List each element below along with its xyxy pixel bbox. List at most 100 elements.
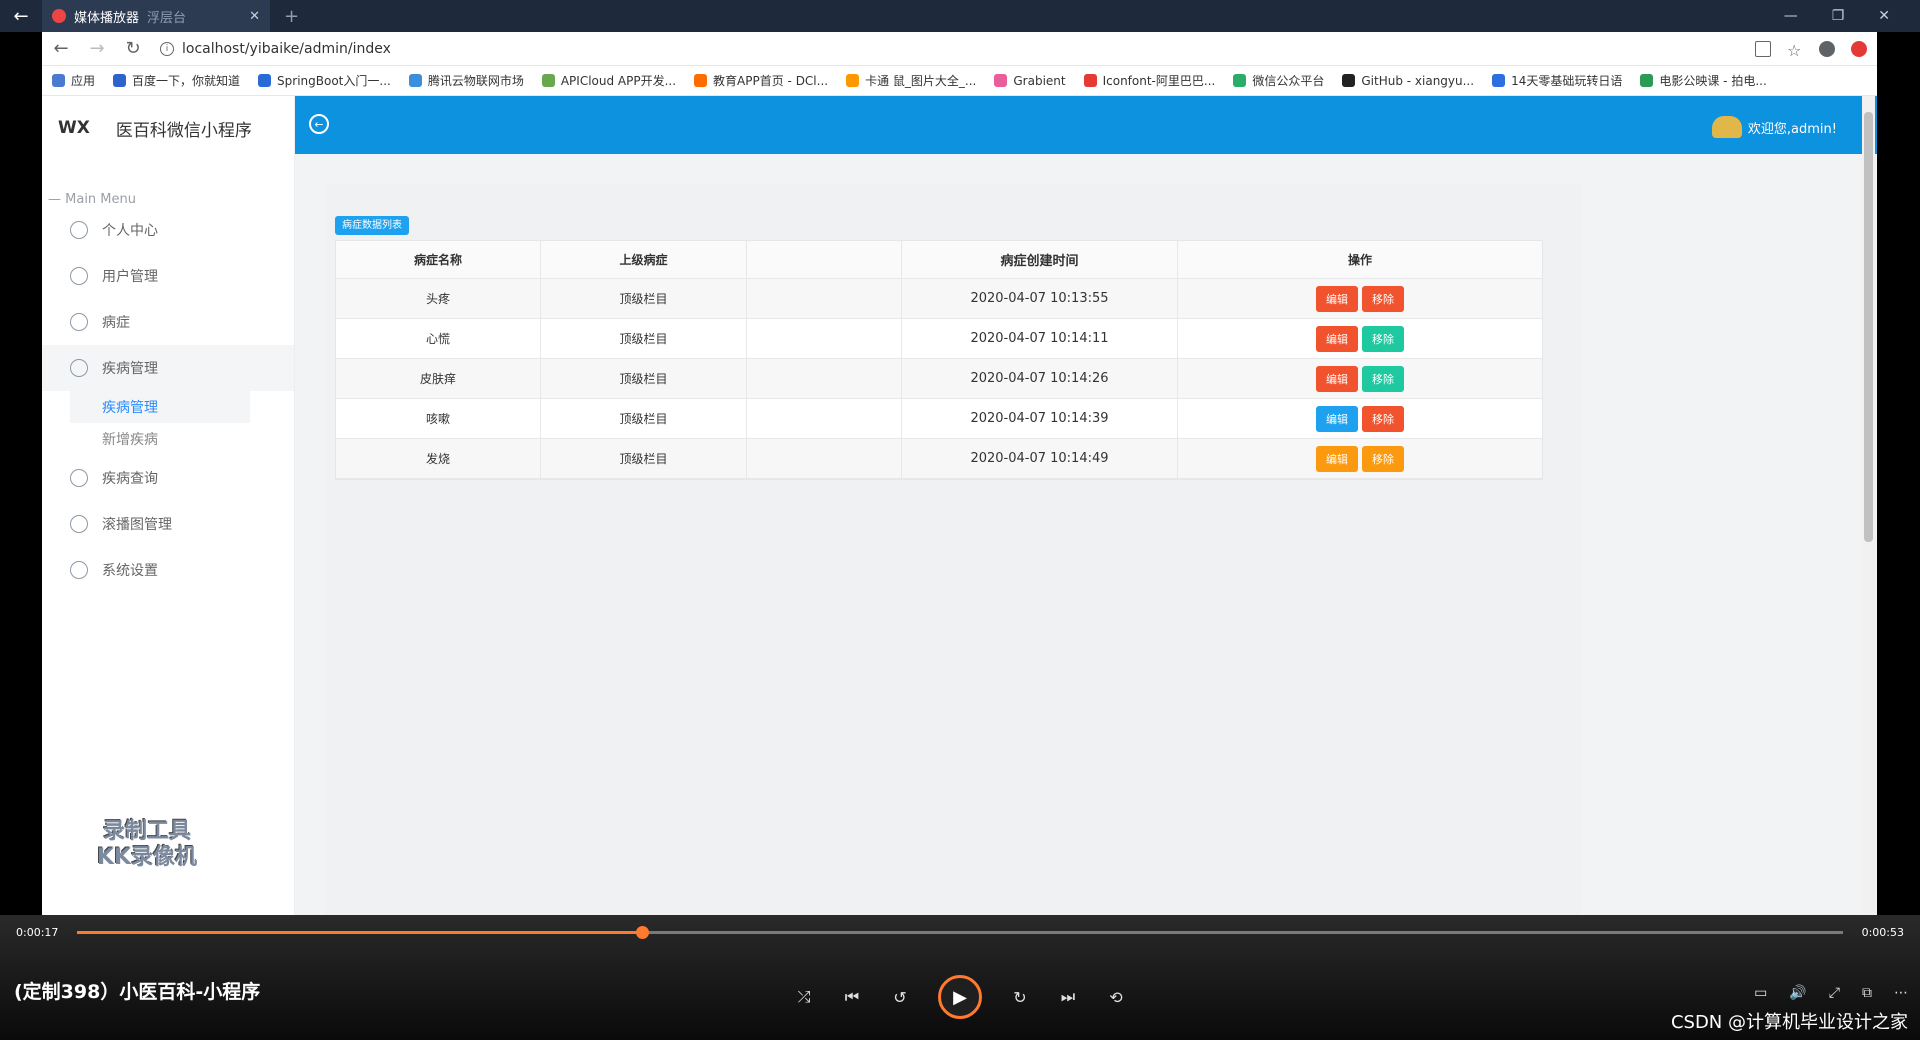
current-time: 0:00:17 [16,926,59,939]
subtitle-icon[interactable]: ▭ [1754,985,1767,1001]
remove-button[interactable]: 移除 [1362,445,1404,472]
rewind-10-icon[interactable]: ↺ [890,988,910,1007]
repeat-icon[interactable]: ⟲ [1106,988,1126,1007]
bookmark-icon [1492,74,1506,87]
sidebar-item-label: 用户管理 [102,269,158,285]
remove-button[interactable]: 移除 [1362,405,1404,432]
bookmark-item[interactable]: 教育APP首页 - DCl... [694,72,828,89]
thumb-icon [70,359,88,377]
bookmark-label: GitHub - xiangyu... [1361,73,1475,88]
disease-name-cell: 皮肤痒 [336,359,541,398]
remove-button[interactable]: 移除 [1362,285,1404,312]
parent-disease-cell: 顶级栏目 [541,319,747,358]
browser-back-icon[interactable]: ← [52,38,70,59]
table-row: 头疼 顶级栏目 2020-04-07 10:13:55 编辑 移除 [336,279,1542,319]
more-icon[interactable]: ⋯ [1894,985,1908,1001]
volume-icon[interactable]: 🔊 [1789,985,1806,1001]
edit-button[interactable]: 编辑 [1316,405,1358,432]
restore-icon[interactable]: ❐ [1832,8,1845,24]
remove-button[interactable]: 移除 [1362,325,1404,352]
admin-app: WX 医百科微信小程序 — Main Menu 个人中心 用户管理 病症 疾病管理 疾病… [42,96,1877,915]
fullscreen-icon[interactable]: ⤢ [1829,985,1840,1001]
bookmark-item[interactable]: 微信公众平台 [1233,72,1324,89]
shield-icon [70,221,88,239]
edit-button[interactable]: 编辑 [1316,285,1358,312]
bookmark-item[interactable]: APICloud APP开发... [541,72,677,89]
extension-icon[interactable] [1851,40,1867,57]
reload-icon[interactable]: ↻ [124,38,142,59]
disease-name-cell: 发烧 [336,439,541,478]
star-icon[interactable]: ☆ [1787,41,1803,60]
disease-table: 病症名称 上级病症 病症创建时间 操作 头疼 顶级栏目 2020-04-07 10:13:5… [335,240,1543,480]
bookmark-label: Grabient [1013,73,1066,88]
close-window-icon[interactable]: ✕ [1878,8,1890,24]
minimize-icon[interactable]: — [1784,8,1798,24]
column-header [747,241,902,278]
bookmark-label: APICloud APP开发... [560,74,677,88]
bookmark-item[interactable]: 卡通 鼠_图片大全_... [846,72,976,89]
bookmark-item[interactable]: Grabient [994,73,1066,88]
sidebar-item[interactable]: 滚播图管理 [42,501,294,547]
logo-short: WX [58,118,90,138]
seek-bar[interactable] [77,926,1843,939]
sidebar-subitem[interactable]: 疾病管理 [70,391,250,423]
welcome-user[interactable]: 欢迎您,admin! [1711,116,1837,138]
table-row: 心慌 顶级栏目 2020-04-07 10:14:11 编辑 移除 [336,319,1542,359]
shuffle-icon[interactable]: ⤮ [794,987,814,1007]
player-title-bar: ← 媒体播放器 浮层台 ✕ + — ❐ ✕ [0,0,1920,32]
miniplayer-icon[interactable]: ⧉ [1862,985,1872,1001]
forward-30-icon[interactable]: ↻ [1010,988,1030,1007]
close-tab-icon[interactable]: ✕ [249,9,260,24]
bookmark-item[interactable]: 14天零基础玩转日语 [1492,72,1622,89]
sidebar-item[interactable]: 系统设置 [42,547,294,593]
parent-disease-cell: 顶级栏目 [541,399,747,438]
page-scrollbar[interactable] [1862,96,1875,915]
back-arrow-icon[interactable]: ← [0,0,42,32]
avatar [1711,116,1742,138]
parent-disease-cell: 顶级栏目 [541,279,747,318]
bookmark-item[interactable]: Iconfont-阿里巴巴... [1083,72,1215,89]
sidebar-item[interactable]: 用户管理 [42,253,294,299]
bookmark-label: 应用 [71,74,96,88]
table-row: 咳嗽 顶级栏目 2020-04-07 10:14:39 编辑 移除 [336,399,1542,439]
sidebar-item[interactable]: 疾病管理 [42,345,294,391]
remove-button[interactable]: 移除 [1362,365,1404,392]
edit-button[interactable]: 编辑 [1316,325,1358,352]
bookmark-item[interactable]: SpringBoot入门一... [258,72,391,89]
created-time-cell: 2020-04-07 10:14:49 [902,439,1178,478]
new-tab-icon[interactable]: + [284,6,299,27]
parent-disease-cell: 顶级栏目 [541,439,747,478]
empty-cell [747,279,902,318]
bookmark-item[interactable]: 电影公映课 - 拍电... [1640,72,1767,89]
bookmark-item[interactable]: 应用 [52,72,95,89]
bookmark-item[interactable]: 腾讯云物联网市场 [408,72,524,89]
browser-window: ← → ↻ i localhost/yibaike/admin/index ☆ … [42,32,1877,915]
sidebar-subitem[interactable]: 新增疾病 [42,423,294,455]
previous-icon[interactable]: ⏮ [842,987,862,1007]
browser-forward-icon[interactable]: → [88,38,106,59]
edit-button[interactable]: 编辑 [1316,445,1358,472]
edit-button[interactable]: 编辑 [1316,365,1358,392]
player-tab[interactable]: 媒体播放器 浮层台 ✕ [42,0,270,32]
user-icon [70,267,88,285]
logo-title: 医百科微信小程序 [115,120,252,141]
translate-icon[interactable] [1755,40,1771,57]
sidebar-item[interactable]: 病症 [42,299,294,345]
bookmark-icon [1233,74,1247,87]
seek-handle[interactable] [636,926,650,939]
bookmark-item[interactable]: GitHub - xiangyu... [1342,74,1474,88]
next-icon[interactable]: ⏭ [1058,987,1078,1007]
sidebar-item[interactable]: 个人中心 [42,207,294,253]
play-button[interactable]: ▶ [938,975,982,1019]
url-field[interactable]: i localhost/yibaike/admin/index [160,41,391,57]
column-header: 上级病症 [541,241,747,278]
profile-icon[interactable] [1819,40,1835,57]
image-icon [70,469,88,487]
bookmark-item[interactable]: 百度一下，你就知道 [113,72,240,89]
bookmark-label: 教育APP首页 - DCl... [713,74,829,88]
scrollbar-thumb[interactable] [1864,112,1873,542]
actions-cell: 编辑 移除 [1178,279,1542,318]
collapse-sidebar-icon[interactable]: ← [309,114,329,134]
sidebar-item[interactable]: 疾病查询 [42,455,294,501]
info-icon[interactable]: i [160,41,174,56]
